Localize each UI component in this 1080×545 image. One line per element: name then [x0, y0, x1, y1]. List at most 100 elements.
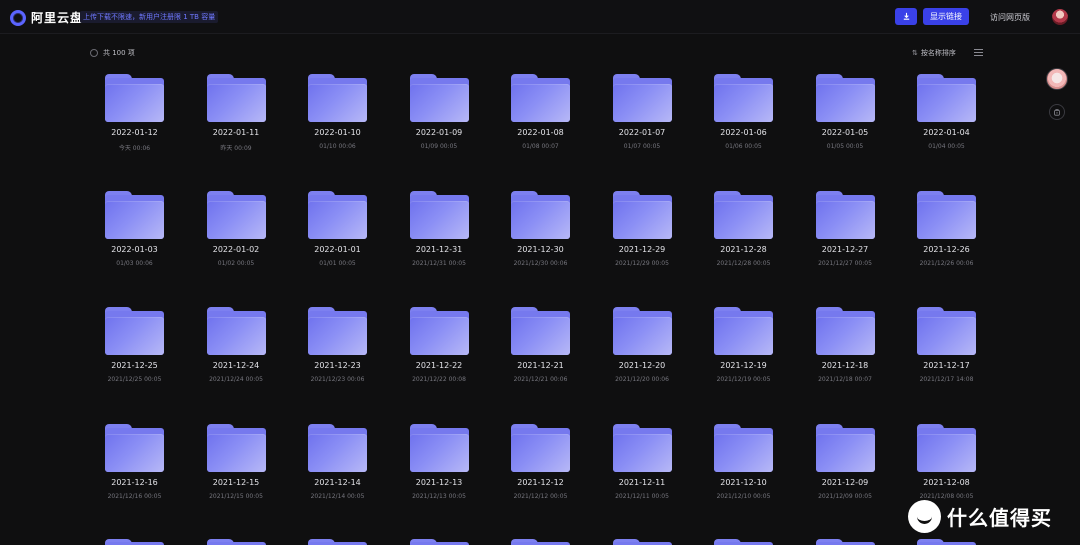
- folder-item[interactable]: 2022-01-01 01/01 00:05: [287, 190, 388, 291]
- folder-modified-time: 2021/12/13 00:05: [412, 492, 466, 500]
- folder-name: 2021-12-10: [720, 477, 767, 487]
- folder-icon: [105, 190, 164, 239]
- folder-item[interactable]: 2021-12-28 2021/12/28 00:05: [693, 190, 794, 291]
- list-view-icon[interactable]: [974, 49, 983, 56]
- folder-name: 2022-01-04: [923, 128, 970, 137]
- folder-item[interactable]: 2021-12-21 2021/12/21 00:06: [490, 307, 591, 407]
- folder-icon: [511, 423, 570, 472]
- folder-item[interactable]: 2022-01-09 01/09 00:05: [389, 74, 490, 174]
- folder-item[interactable]: 2022-01-07 01/07 00:05: [592, 74, 693, 174]
- folder-item[interactable]: 2021-12-19 2021/12/19 00:05: [693, 307, 794, 407]
- folder-item[interactable]: 2022-01-08 01/08 00:07: [490, 74, 591, 174]
- folder-name: 2021-12-24: [212, 361, 260, 370]
- folder-item[interactable]: 2021-12-10 2021/12/10 00:05: [693, 423, 794, 524]
- folder-name: 2021-12-14: [314, 477, 361, 487]
- folder-icon: [917, 307, 976, 355]
- select-all[interactable]: 共 100 项: [90, 48, 135, 58]
- download-button[interactable]: [895, 8, 917, 25]
- folder-icon: [612, 307, 672, 355]
- folder-name: 2022-01-08: [517, 128, 564, 137]
- bag-icon[interactable]: [1049, 104, 1065, 120]
- folder-icon: [105, 74, 164, 122]
- folder-icon: [409, 423, 469, 472]
- top-bar: 阿里云盘 上传下载不限速，新用户注册限 1 TB 容量 显示链接 访问网页版: [0, 0, 1080, 34]
- folder-item[interactable]: 2022-01-10 01/10 00:06: [287, 74, 388, 174]
- folder-item[interactable]: 2022-01-02 01/02 00:05: [186, 190, 287, 291]
- folder-item[interactable]: 2021-12-11 2021/12/11 00:05: [592, 423, 693, 524]
- folder-item[interactable]: 2021-12-23 2021/12/23 00:06: [287, 307, 388, 407]
- folder-item[interactable]: 2021-12-26 2021/12/26 00:06: [896, 190, 997, 291]
- folder-icon: [714, 307, 773, 355]
- folder-item[interactable]: 2021-12-14 2021/12/14 00:05: [287, 423, 388, 524]
- folder-modified-time: 2021/12/22 00:08: [412, 376, 466, 383]
- folder-name: 2021-12-13: [415, 477, 463, 487]
- folder-item[interactable]: 2021-12-24 2021/12/24 00:05: [186, 307, 287, 407]
- folder-icon[interactable]: [206, 539, 266, 545]
- folder-name: 2022-01-02: [212, 244, 260, 254]
- folder-icon: [409, 190, 469, 239]
- folder-icon[interactable]: [815, 539, 875, 545]
- folder-item[interactable]: 2021-12-12 2021/12/12 00:05: [490, 423, 591, 524]
- folder-icon[interactable]: [917, 539, 976, 545]
- folder-item[interactable]: 2022-01-04 01/04 00:05: [896, 74, 997, 174]
- sort-icon: ⇅: [912, 49, 918, 57]
- folder-item[interactable]: 2021-12-31 2021/12/31 00:05: [389, 190, 490, 291]
- folder-item[interactable]: 2021-12-16 2021/12/16 00:05: [84, 423, 185, 524]
- folder-icon[interactable]: [105, 539, 164, 545]
- folder-modified-time: 01/04 00:05: [928, 143, 965, 150]
- folder-item[interactable]: 2021-12-09 2021/12/09 00:05: [795, 423, 896, 524]
- folder-item[interactable]: 2021-12-15 2021/12/15 00:05: [186, 423, 287, 524]
- folder-item[interactable]: 2022-01-06 01/06 00:05: [693, 74, 794, 174]
- folder-modified-time: 2021/12/30 00:06: [513, 259, 568, 267]
- folder-item[interactable]: 2021-12-18 2021/12/18 00:07: [795, 307, 896, 407]
- assistant-avatar-icon[interactable]: [1046, 68, 1068, 90]
- folder-name: 2021-12-16: [111, 477, 158, 487]
- folder-item[interactable]: 2022-01-03 01/03 00:06: [84, 190, 185, 291]
- folder-modified-time: 2021/12/09 00:05: [818, 492, 872, 500]
- folder-name: 2021-12-08: [923, 477, 970, 487]
- folder-name: 2021-12-15: [212, 477, 260, 487]
- folder-item[interactable]: 2021-12-27 2021/12/27 00:05: [795, 190, 896, 291]
- folder-item[interactable]: 2021-12-17 2021/12/17 14:08: [896, 307, 997, 407]
- show-link-button[interactable]: 显示链接: [923, 8, 969, 25]
- folder-item[interactable]: 2021-12-30 2021/12/30 00:06: [490, 190, 591, 291]
- folder-item[interactable]: 2021-12-20 2021/12/20 00:06: [592, 307, 693, 407]
- folder-modified-time: 2021/12/20 00:06: [615, 376, 669, 383]
- folder-icon[interactable]: [511, 539, 570, 545]
- folder-name: 2022-01-03: [111, 244, 158, 254]
- folder-name: 2022-01-09: [415, 128, 463, 137]
- folder-modified-time: 01/03 00:06: [116, 259, 153, 267]
- item-count: 共 100 项: [103, 49, 135, 57]
- folder-name: 2021-12-28: [720, 244, 767, 254]
- folder-icon: [511, 307, 570, 355]
- folder-name: 2021-12-21: [517, 361, 564, 370]
- folder-item[interactable]: 2022-01-12 今天 00:06: [84, 74, 185, 174]
- folder-icon: [815, 74, 875, 122]
- folder-icon[interactable]: [409, 539, 469, 545]
- folder-item[interactable]: 2021-12-25 2021/12/25 00:05: [84, 307, 185, 407]
- folder-modified-time: 昨天 00:09: [220, 145, 252, 152]
- folder-icon[interactable]: [612, 539, 672, 545]
- folder-modified-time: 2021/12/24 00:05: [209, 376, 263, 383]
- app-logo[interactable]: 阿里云盘: [10, 9, 83, 26]
- folder-modified-time: 2021/12/14 00:05: [310, 492, 365, 500]
- folder-name: 2021-12-22: [415, 361, 463, 370]
- folder-item[interactable]: 2021-12-22 2021/12/22 00:08: [389, 307, 490, 407]
- folder-item[interactable]: 2021-12-13 2021/12/13 00:05: [389, 423, 490, 524]
- folder-name: 2021-12-23: [314, 361, 361, 370]
- visit-web-link[interactable]: 访问网页版: [990, 12, 1030, 23]
- folder-modified-time: 2021/12/12 00:05: [513, 492, 568, 500]
- folder-item[interactable]: 2021-12-29 2021/12/29 00:05: [592, 190, 693, 291]
- folder-modified-time: 2021/12/08 00:05: [919, 492, 974, 500]
- folder-icon: [714, 74, 773, 122]
- folder-item[interactable]: 2022-01-11 昨天 00:09: [186, 74, 287, 174]
- sort-button[interactable]: ⇅ 按名称排序: [912, 48, 956, 58]
- folder-icon[interactable]: [714, 539, 773, 545]
- folder-name: 2022-01-12: [111, 128, 158, 137]
- folder-item[interactable]: 2022-01-05 01/05 00:05: [795, 74, 896, 174]
- folder-name: 2021-12-12: [517, 477, 564, 487]
- select-all-checkbox[interactable]: [90, 49, 98, 57]
- folder-icon[interactable]: [308, 539, 367, 545]
- user-avatar[interactable]: [1052, 9, 1068, 25]
- folder-modified-time: 2021/12/27 00:05: [818, 259, 872, 267]
